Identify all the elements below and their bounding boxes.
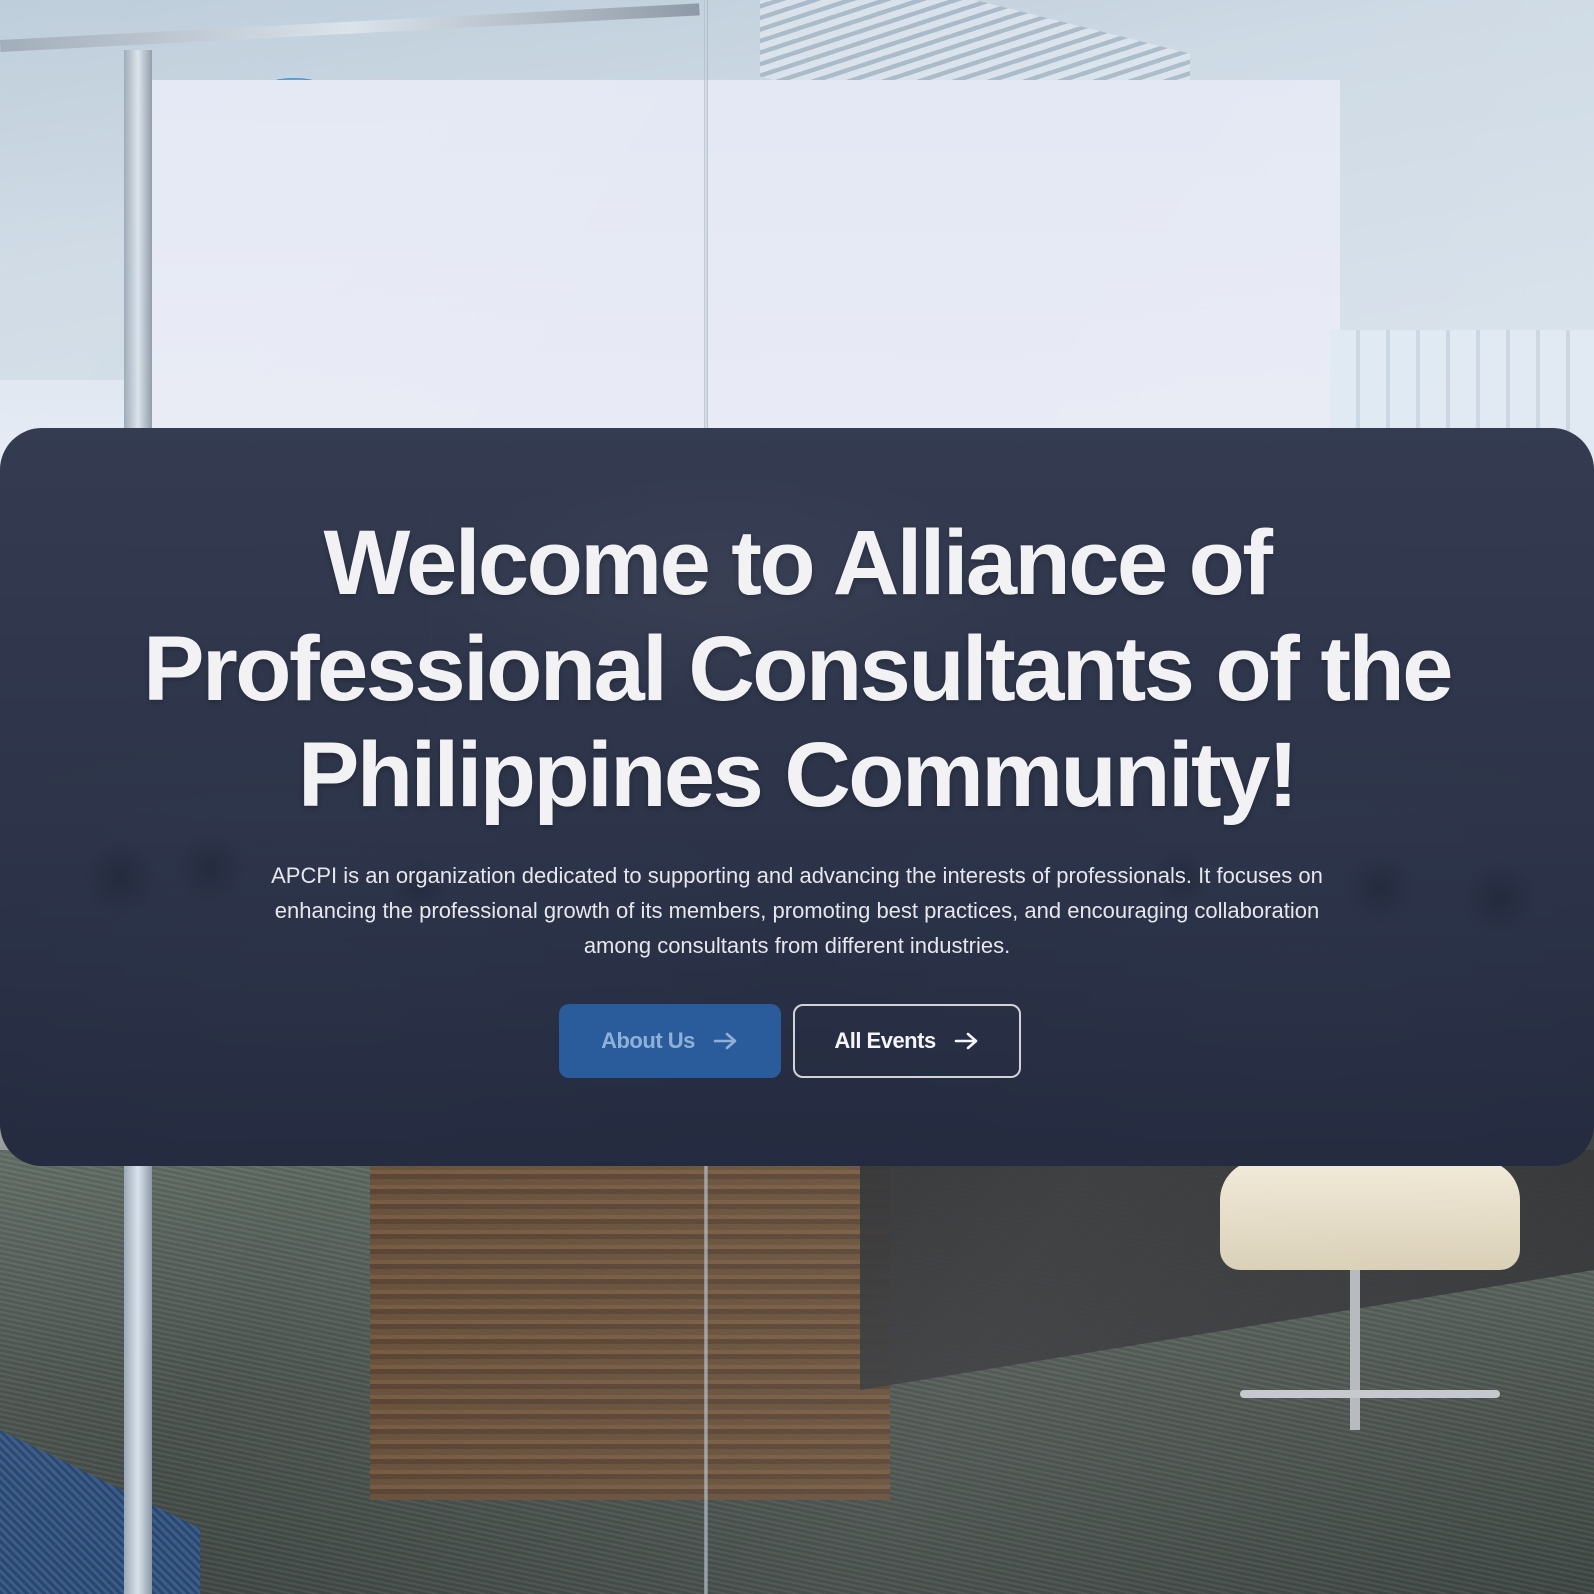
about-us-button-label: About Us [601, 1028, 695, 1053]
background-scene: Welcome to Alliance of Professional Cons… [0, 0, 1594, 1594]
arrow-right-icon [954, 1031, 980, 1051]
hero-description-line: among consultants from different industr… [583, 933, 1011, 958]
hero-banner: Welcome to Alliance of Professional Cons… [0, 428, 1594, 1166]
all-events-button-label: All Events [834, 1028, 936, 1053]
about-us-button[interactable]: About Us [559, 1004, 781, 1078]
chair-seat [1220, 1160, 1520, 1270]
all-events-button[interactable]: All Events [793, 1004, 1021, 1078]
hero-title-line: Philippines Community! [298, 724, 1298, 826]
hero-title: Welcome to Alliance of Professional Cons… [97, 510, 1497, 828]
office-chair [1180, 1150, 1560, 1470]
chair-stem [1350, 1270, 1360, 1430]
arrow-right-icon [713, 1031, 739, 1051]
hero-title-line: Welcome to Alliance of [323, 512, 1273, 614]
hero-description-line: APCPI is an organization dedicated to su… [271, 863, 1323, 888]
chair-base [1240, 1390, 1500, 1398]
hero-title-line: Professional Consultants of the [143, 618, 1453, 720]
hero-content: Welcome to Alliance of Professional Cons… [0, 428, 1594, 1166]
hero-description: APCPI is an organization dedicated to su… [247, 858, 1347, 963]
hero-description-line: enhancing the professional growth of its… [274, 898, 1320, 923]
